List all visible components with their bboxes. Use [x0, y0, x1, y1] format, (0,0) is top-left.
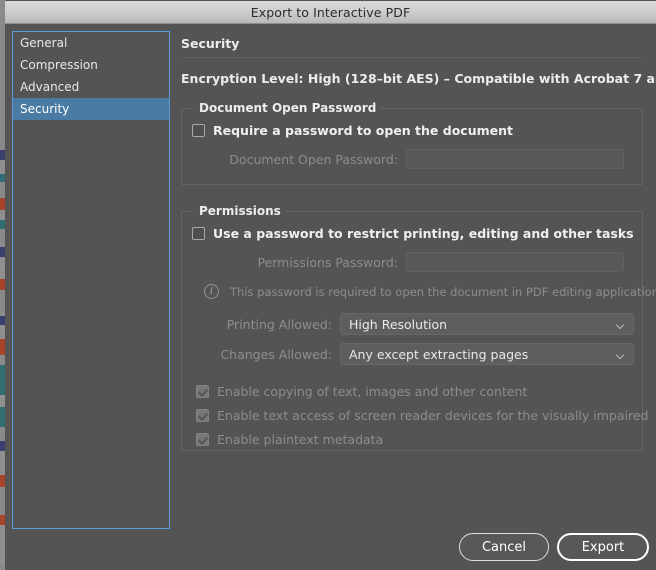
printing-allowed-row: Printing Allowed: High Resolution: [192, 313, 642, 335]
page-title: Security: [181, 36, 240, 51]
document-open-password-legend: Document Open Password: [194, 101, 382, 115]
document-open-password-label: Document Open Password:: [229, 151, 398, 167]
changes-allowed-label: Changes Allowed:: [220, 346, 332, 362]
require-password-checkbox[interactable]: [192, 124, 205, 137]
permissions-password-label: Permissions Password:: [257, 254, 398, 270]
export-to-interactive-pdf-dialog: Export to Interactive PDF General Compre…: [5, 0, 656, 570]
chevron-down-icon: [617, 322, 624, 329]
permissions-group: Permissions Use a password to restrict p…: [181, 204, 656, 451]
security-pane: Security Encryption Level: High (128–bit…: [177, 31, 656, 451]
sidebar-item-label: Security: [20, 102, 70, 116]
permissions-password-row: Permissions Password:: [192, 252, 642, 272]
export-button[interactable]: Export: [557, 533, 649, 561]
settings-category-list[interactable]: General Compression Advanced Security: [12, 31, 170, 529]
enable-plaintext-metadata-label: Enable plaintext metadata: [217, 432, 384, 447]
require-password-row[interactable]: Require a password to open the document: [192, 123, 642, 138]
changes-allowed-value: Any except extracting pages: [349, 346, 529, 362]
restrict-password-label: Use a password to restrict printing, edi…: [213, 226, 634, 241]
document-open-password-row: Document Open Password:: [192, 149, 642, 169]
printing-allowed-select[interactable]: High Resolution: [340, 313, 634, 335]
enable-copying-label: Enable copying of text, images and other…: [217, 384, 528, 399]
cancel-button-label: Cancel: [481, 539, 527, 555]
restrict-password-row[interactable]: Use a password to restrict printing, edi…: [192, 226, 642, 241]
permissions-note-row: i This password is required to open the …: [204, 284, 656, 299]
sidebar-item-compression[interactable]: Compression: [13, 54, 169, 76]
export-button-label: Export: [581, 539, 625, 555]
permissions-password-input[interactable]: [406, 252, 624, 272]
require-password-label: Require a password to open the document: [213, 123, 513, 138]
sidebar-item-general[interactable]: General: [13, 32, 169, 54]
permissions-legend: Permissions: [194, 204, 286, 218]
info-icon: i: [204, 284, 219, 299]
sidebar-item-advanced[interactable]: Advanced: [13, 76, 169, 98]
cancel-button[interactable]: Cancel: [459, 533, 549, 561]
window-titlebar[interactable]: Export to Interactive PDF: [5, 1, 656, 24]
enable-plaintext-metadata-checkbox[interactable]: [196, 433, 209, 446]
printing-allowed-value: High Resolution: [349, 316, 448, 332]
restrict-password-checkbox[interactable]: [192, 227, 205, 240]
document-open-password-group: Document Open Password Require a passwor…: [181, 101, 643, 185]
changes-allowed-row: Changes Allowed: Any except extracting p…: [192, 343, 642, 365]
printing-allowed-label: Printing Allowed:: [226, 316, 332, 332]
encryption-level-text: Encryption Level: High (128–bit AES) – C…: [181, 71, 656, 86]
sidebar-item-label: General: [20, 36, 68, 50]
sidebar-item-label: Advanced: [20, 80, 80, 94]
title-divider: [181, 57, 643, 58]
enable-copying-row[interactable]: Enable copying of text, images and other…: [196, 384, 642, 399]
screen: Export to Interactive PDF General Compre…: [0, 0, 656, 570]
document-open-password-input[interactable]: [406, 149, 624, 169]
enable-plaintext-metadata-row[interactable]: Enable plaintext metadata: [196, 432, 642, 447]
enable-copying-checkbox[interactable]: [196, 385, 209, 398]
changes-allowed-select[interactable]: Any except extracting pages: [340, 343, 634, 365]
enable-screen-reader-label: Enable text access of screen reader devi…: [217, 408, 649, 423]
enable-screen-reader-row[interactable]: Enable text access of screen reader devi…: [196, 408, 648, 423]
window-title: Export to Interactive PDF: [250, 4, 411, 20]
sidebar-item-security[interactable]: Security: [13, 98, 169, 120]
chevron-down-icon: [617, 352, 624, 359]
sidebar-item-label: Compression: [20, 58, 98, 72]
enable-screen-reader-checkbox[interactable]: [196, 409, 209, 422]
permissions-note-text: This password is required to open the do…: [230, 284, 656, 299]
